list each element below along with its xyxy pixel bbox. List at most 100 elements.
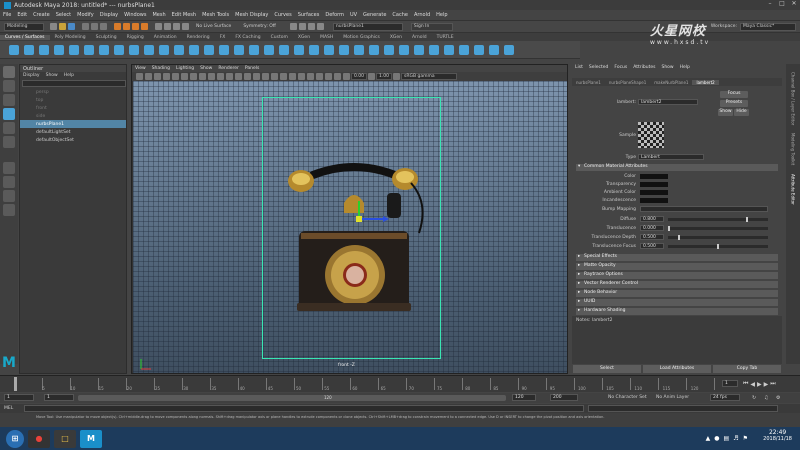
gamma-field[interactable]: 1.00 — [376, 73, 392, 80]
select-component-icon[interactable] — [100, 23, 107, 30]
isolate-select-icon[interactable] — [298, 73, 305, 80]
snap-point-icon[interactable] — [132, 23, 139, 30]
maya-taskbar-icon[interactable]: M — [80, 429, 102, 448]
curve-tool-4-icon[interactable] — [158, 44, 169, 55]
nurbs-cylinder-icon[interactable] — [293, 44, 304, 55]
safe-action-icon[interactable] — [217, 73, 224, 80]
section-special-effects[interactable]: Special Effects — [576, 254, 778, 261]
outliner-item-defaultobjectset[interactable]: defaultObjectSet — [20, 136, 126, 144]
slider-handle[interactable] — [668, 226, 670, 231]
menu-deform[interactable]: Deform — [322, 12, 347, 18]
outliner-search-field[interactable] — [22, 80, 126, 87]
menu-display[interactable]: Display — [97, 12, 121, 18]
viewport-menu-panels[interactable]: Panels — [242, 66, 262, 71]
settings-icon[interactable]: ⚙ — [776, 395, 780, 401]
render-settings-icon[interactable] — [182, 23, 189, 30]
ae-menu-show[interactable]: Show — [658, 65, 676, 70]
attr-color-swatch[interactable] — [640, 174, 668, 179]
ae-menu-list[interactable]: List — [572, 65, 586, 70]
menu-windows[interactable]: Windows — [121, 12, 149, 18]
shelf-tab-arnold[interactable]: Arnold — [407, 35, 432, 40]
taskbar-app-icon[interactable]: ● — [28, 429, 50, 448]
command-language-label[interactable]: MEL — [4, 406, 24, 411]
nurbs-sphere-icon[interactable] — [263, 44, 274, 55]
depth-of-field-icon[interactable] — [334, 73, 341, 80]
slider-handle[interactable] — [746, 217, 749, 222]
attr-translucence-depth-field[interactable]: 0.500 — [640, 234, 664, 240]
current-time-indicator[interactable] — [14, 377, 17, 391]
ae-focus-button[interactable]: Focus — [720, 91, 748, 98]
surface-tool-10-icon[interactable] — [488, 44, 499, 55]
exposure-field[interactable]: 0.00 — [351, 73, 367, 80]
sign-in-button[interactable]: Sign In — [410, 22, 453, 31]
menu-curves[interactable]: Curves — [271, 12, 294, 18]
exposure-icon[interactable] — [343, 73, 350, 80]
move-manipulator-icon[interactable] — [339, 199, 389, 229]
xray-icon[interactable] — [280, 73, 287, 80]
four-view-layout-icon[interactable] — [3, 176, 15, 188]
menu-create[interactable]: Create — [30, 12, 53, 18]
curve-tool-1-icon[interactable] — [113, 44, 124, 55]
arc-icon[interactable] — [83, 44, 94, 55]
shelf-tab-turtle[interactable]: TURTLE — [432, 35, 459, 40]
history-icon[interactable] — [155, 23, 162, 30]
ae-select-button[interactable]: Select — [573, 364, 641, 373]
symmetry-label[interactable]: Symmetry: Off — [243, 24, 276, 29]
go-to-start-icon[interactable]: ⏮ — [743, 380, 748, 388]
volume-icon[interactable]: ♬ — [733, 435, 738, 442]
ae-node-name-field[interactable]: lambert2 — [638, 99, 698, 105]
attr-diffuse-slider[interactable] — [668, 217, 768, 222]
image-plane-icon[interactable] — [163, 73, 170, 80]
viewport-canvas[interactable]: front -Z — [133, 81, 567, 373]
menu-generate[interactable]: Generate — [360, 12, 389, 18]
curve-tool-8-icon[interactable] — [218, 44, 229, 55]
shelf-tab-fx-caching[interactable]: FX Caching — [230, 35, 265, 40]
slider-handle[interactable] — [717, 244, 719, 249]
select-tool-icon[interactable] — [3, 66, 15, 78]
shelf-tab-custom[interactable]: Custom — [266, 35, 293, 40]
motion-blur-icon[interactable] — [316, 73, 323, 80]
attr-diffuse-field[interactable]: 0.800 — [640, 216, 664, 222]
close-button[interactable]: ✕ — [788, 0, 800, 10]
menu-mesh[interactable]: Mesh — [149, 12, 168, 18]
new-scene-icon[interactable] — [50, 23, 57, 30]
step-forward-icon[interactable]: ▶ — [764, 381, 769, 388]
pencil-curve-icon[interactable] — [68, 44, 79, 55]
shelf-tab-rendering[interactable]: Rendering — [182, 35, 215, 40]
shelf-tab-xgen[interactable]: XGen — [293, 35, 315, 40]
cv-curve-icon[interactable] — [53, 44, 64, 55]
camera-select-icon[interactable] — [136, 73, 143, 80]
side-tab-attribute-editor[interactable]: Attribute Editor — [791, 174, 796, 205]
shelf-tab-curves-surfaces[interactable]: Curves / Surfaces — [0, 34, 50, 40]
outliner-item-persp[interactable]: persp — [20, 88, 126, 96]
section-matte-opacity[interactable]: Matte Opacity — [576, 263, 778, 270]
section-raytrace-options[interactable]: Raytrace Options — [576, 272, 778, 279]
field-chart-icon[interactable] — [208, 73, 215, 80]
playback-start-field[interactable]: 1 — [44, 394, 74, 401]
viewport-menu-renderer[interactable]: Renderer — [215, 66, 242, 71]
uv-icon[interactable] — [307, 23, 315, 30]
open-scene-icon[interactable] — [59, 23, 66, 30]
viewport-menu-view[interactable]: View — [132, 66, 149, 71]
character-set-dropdown[interactable]: No Character Set — [608, 395, 647, 400]
ae-tab-makenurbplane1[interactable]: makeNurbPlane1 — [650, 80, 692, 85]
outliner-menu-show[interactable]: Show — [43, 73, 61, 78]
viewport-menu-lighting[interactable]: Lighting — [173, 66, 197, 71]
attr-translucence-focus-slider[interactable] — [668, 244, 768, 249]
surface-tool-5-icon[interactable] — [413, 44, 424, 55]
outliner-item-top[interactable]: top — [20, 96, 126, 104]
viewport-menu-shading[interactable]: Shading — [149, 66, 173, 71]
nurbs-cone-icon[interactable] — [308, 44, 319, 55]
animation-start-field[interactable]: 1 — [4, 394, 34, 401]
move-tool-icon[interactable] — [3, 108, 15, 120]
multisample-icon[interactable] — [325, 73, 332, 80]
ae-tab-nurbsplane1[interactable]: nurbsPlane1 — [572, 80, 605, 85]
audio-icon[interactable]: ♫ — [764, 395, 768, 401]
menu-mesh-display[interactable]: Mesh Display — [232, 12, 271, 18]
attr-ambient-swatch[interactable] — [640, 190, 668, 195]
ae-tab-nurbsplaneshape1[interactable]: nurbsPlaneShape1 — [605, 80, 650, 85]
no-live-surface-label[interactable]: No Live Surface — [196, 24, 231, 29]
step-back-icon[interactable]: ◀ — [750, 381, 755, 388]
menu-mesh-tools[interactable]: Mesh Tools — [199, 12, 232, 18]
resolution-gate-icon[interactable] — [190, 73, 197, 80]
